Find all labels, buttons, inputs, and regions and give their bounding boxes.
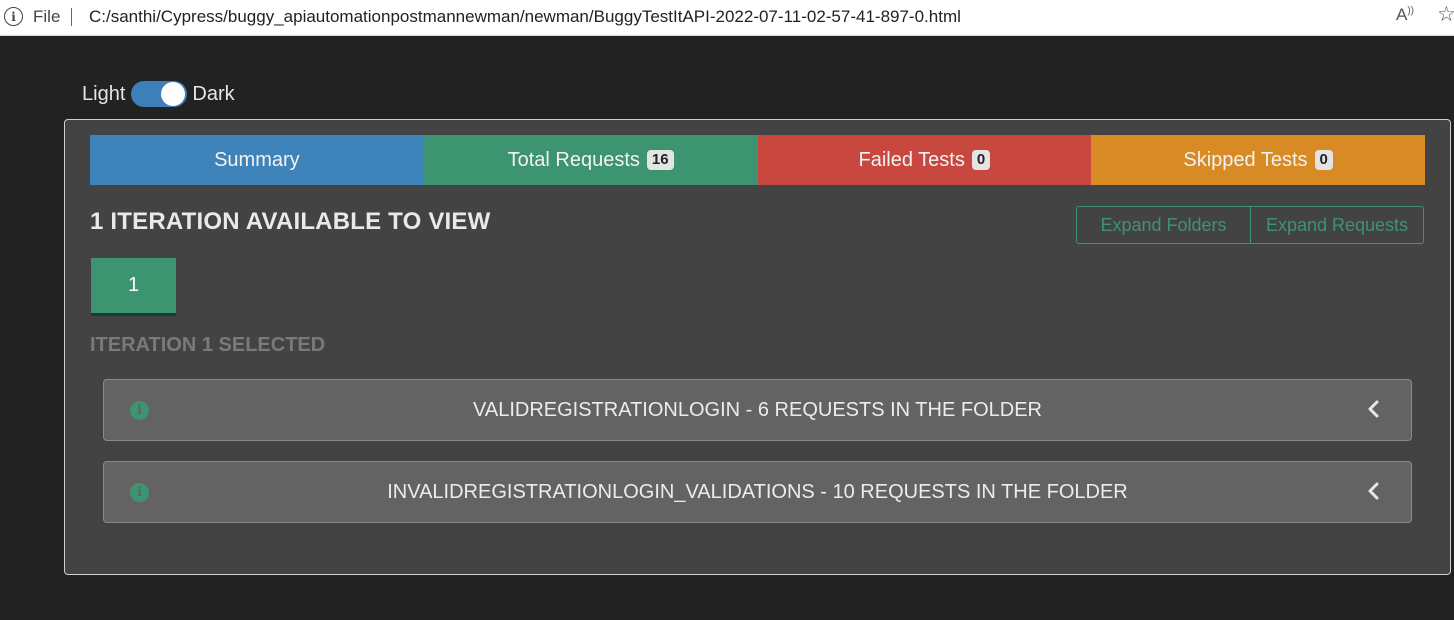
folder-invalidregistrationlogin-validations[interactable]: i INVALIDREGISTRATIONLOGIN_VALIDATIONS -… [103,461,1412,523]
tab-skipped-tests[interactable]: Skipped Tests 0 [1091,135,1425,185]
expand-button-group: Expand Folders Expand Requests [1076,206,1424,244]
folder-title: VALIDREGISTRATIONLOGIN - 6 REQUESTS IN T… [473,399,1042,421]
iteration-heading: 1 ITERATION AVAILABLE TO VIEW [90,208,491,235]
folder-validregistrationlogin[interactable]: i VALIDREGISTRATIONLOGIN - 6 REQUESTS IN… [103,379,1412,441]
tab-failed-tests[interactable]: Failed Tests 0 [757,135,1092,185]
tab-skipped-tests-label: Skipped Tests [1183,148,1308,171]
switch-knob [161,82,186,106]
info-icon[interactable]: i [4,7,23,26]
iteration-selected-label: ITERATION 1 SELECTED [90,334,326,356]
tab-total-requests[interactable]: Total Requests 16 [423,135,758,185]
tab-summary-label: Summary [214,148,300,171]
url-text[interactable]: C:/santhi/Cypress/buggy_apiautomationpos… [89,7,961,27]
expand-folders-button[interactable]: Expand Folders [1077,207,1251,243]
favorite-star-icon[interactable]: ☆ [1437,2,1454,27]
theme-toggle: Light Dark [82,80,235,108]
light-label: Light [82,82,126,105]
tab-failed-tests-label: Failed Tests [858,148,965,171]
chevron-left-icon[interactable] [1365,479,1381,503]
file-protocol-label: File [33,7,61,26]
skipped-tests-badge: 0 [1314,150,1333,170]
total-requests-badge: 16 [646,150,674,170]
expand-requests-button[interactable]: Expand Requests [1251,207,1423,243]
read-aloud-waves: )) [1407,5,1415,17]
address-divider [71,8,72,26]
report-card: Summary Total Requests 16 Failed Tests 0… [64,119,1451,575]
tab-summary[interactable]: Summary [90,135,424,185]
chevron-left-icon[interactable] [1365,397,1381,421]
dark-label: Dark [192,82,235,105]
dark-mode-switch[interactable] [131,81,188,107]
summary-tabs: Summary Total Requests 16 Failed Tests 0… [90,135,1425,185]
iteration-pill-1[interactable]: 1 [91,258,176,316]
folder-title: INVALIDREGISTRATIONLOGIN_VALIDATIONS - 1… [387,481,1128,503]
browser-address-bar: i File C:/santhi/Cypress/buggy_apiautoma… [0,0,1454,36]
failed-tests-badge: 0 [971,150,991,170]
read-aloud-icon[interactable]: A)) [1396,5,1414,25]
tab-total-requests-label: Total Requests [507,148,640,171]
read-aloud-glyph: A [1396,5,1408,24]
